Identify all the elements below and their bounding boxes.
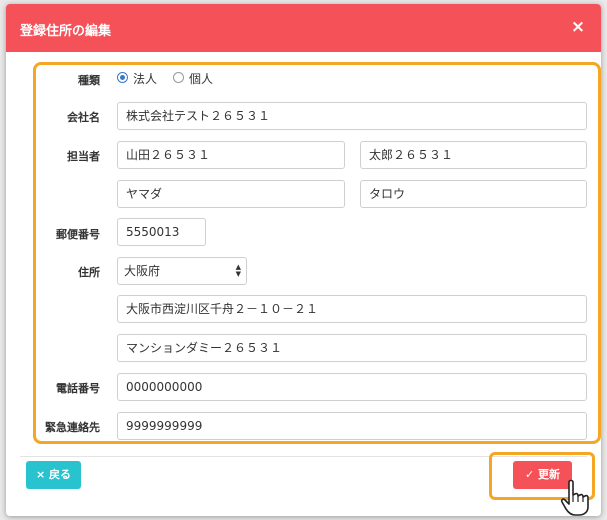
type-individual-radio[interactable] [173,72,184,83]
address-line1-input[interactable]: 大阪市西淀川区千舟２－１０－２１ [117,295,587,323]
company-label: 会社名 [67,111,100,124]
prefecture-select[interactable]: 大阪府 ▲ ▼ [117,257,247,285]
type-label: 種類 [78,74,100,87]
type-individual-label[interactable]: 個人 [189,70,213,87]
prefecture-select-value: 大阪府 [124,264,161,278]
modal-title: 登録住所の編集 [20,24,112,39]
postal-input[interactable]: 5550013 [117,218,206,246]
company-input[interactable]: 株式会社テスト２６５３１ [117,102,587,130]
type-corporate-label[interactable]: 法人 [133,70,157,87]
check-icon: ✓ [524,468,535,481]
address-line2-input[interactable]: マンションダミー２６５３１ [117,334,587,362]
close-icon[interactable]: × [567,16,589,38]
contact-label: 担当者 [67,150,100,163]
contact-first-name-input[interactable]: 太郎２６５３１ [360,141,587,169]
postal-label: 郵便番号 [56,228,100,241]
emergency-input[interactable]: 9999999999 [117,412,587,440]
modal-header: 登録住所の編集 × [6,4,601,52]
contact-last-name-input[interactable]: 山田２６５３１ [117,141,345,169]
close-icon: × [35,468,46,481]
type-corporate-radio[interactable] [117,72,128,83]
contact-first-name-kana-input[interactable]: タロウ [360,180,587,208]
back-button[interactable]: × 戻る [26,461,81,489]
phone-input[interactable]: 0000000000 [117,373,587,401]
back-button-label: 戻る [49,468,72,481]
phone-label: 電話番号 [56,382,100,395]
contact-last-name-kana-input[interactable]: ヤマダ [117,180,345,208]
select-arrows-icon: ▲ ▼ [235,263,241,278]
edit-address-modal: 登録住所の編集 × 種類 法人 個人 会社名 株式会社テスト２６５３１ 担当者 … [6,4,601,516]
address-label: 住所 [78,266,100,279]
pointer-hand-icon [560,479,589,516]
emergency-label: 緊急連絡先 [45,421,100,434]
